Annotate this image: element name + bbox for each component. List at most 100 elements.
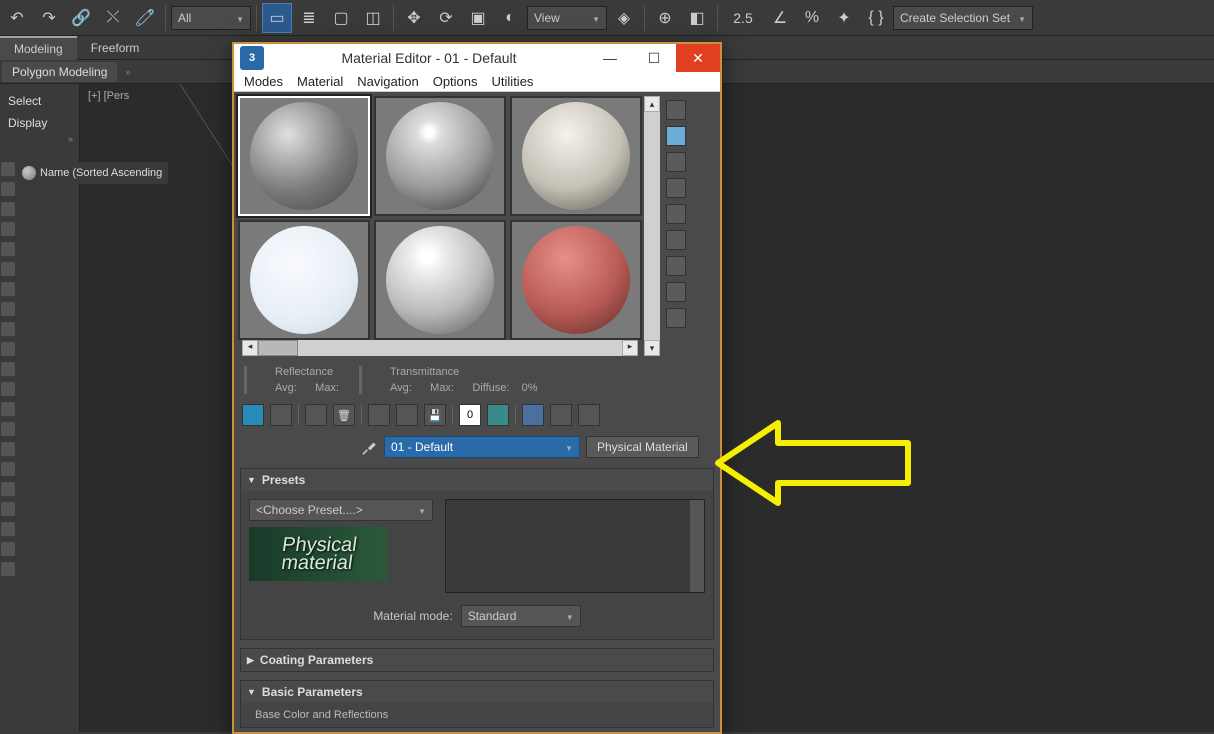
- display-cameras-icon[interactable]: [1, 242, 15, 256]
- sample-slot-1[interactable]: [238, 96, 370, 216]
- link-button[interactable]: 🔗: [66, 3, 96, 33]
- sample-type-icon[interactable]: [666, 100, 686, 120]
- selection-set-dropdown[interactable]: Create Selection Set: [893, 6, 1033, 30]
- sample-slot-2[interactable]: [374, 96, 506, 216]
- undo-button[interactable]: ↶: [2, 3, 32, 33]
- menu-navigation[interactable]: Navigation: [357, 74, 418, 89]
- filter-icon-5[interactable]: [1, 502, 15, 516]
- bind-button[interactable]: 🧷: [130, 3, 160, 33]
- preview-scrollbar[interactable]: [690, 500, 704, 592]
- snap-toggle-button[interactable]: ⊕: [650, 3, 680, 33]
- video-color-icon[interactable]: [666, 204, 686, 224]
- basic-rollout-header[interactable]: ▼ Basic Parameters: [241, 681, 713, 703]
- scroll-track[interactable]: [644, 112, 660, 340]
- menu-display[interactable]: Display: [6, 112, 73, 134]
- sample-slot-3[interactable]: [510, 96, 642, 216]
- material-id-icon[interactable]: 0: [459, 404, 481, 426]
- make-copy-icon[interactable]: [368, 404, 390, 426]
- material-mode-dropdown[interactable]: Standard: [461, 605, 581, 627]
- display-containers-icon[interactable]: [1, 362, 15, 376]
- filter-icon-4[interactable]: [1, 482, 15, 496]
- filter-icon-1[interactable]: [1, 422, 15, 436]
- menu-modes[interactable]: Modes: [244, 74, 283, 89]
- placement-button[interactable]: ◐: [495, 3, 525, 33]
- filter-icon-8[interactable]: [1, 562, 15, 576]
- display-groups-icon[interactable]: [1, 302, 15, 316]
- left-panel-expand-icon[interactable]: »: [68, 134, 73, 144]
- ribbon-expand-icon[interactable]: »: [125, 67, 130, 77]
- edit-selection-button[interactable]: { }: [861, 3, 891, 33]
- scroll-down-button[interactable]: ▾: [644, 340, 660, 356]
- preset-thumbnail[interactable]: Physicalmaterial: [249, 527, 387, 581]
- tab-freeform[interactable]: Freeform: [77, 37, 154, 59]
- reset-map-icon[interactable]: 🗑: [333, 404, 355, 426]
- snap-2d-button[interactable]: 2.5: [723, 3, 763, 33]
- rotate-button[interactable]: ⟳: [431, 3, 461, 33]
- menu-select[interactable]: Select: [6, 90, 73, 112]
- make-preview-icon[interactable]: [666, 230, 686, 250]
- select-by-name-button[interactable]: ≣: [294, 3, 324, 33]
- maximize-button[interactable]: ☐: [632, 44, 676, 72]
- scroll-track[interactable]: [258, 340, 622, 356]
- filter-icon-2[interactable]: [1, 442, 15, 456]
- presets-rollout-header[interactable]: ▼ Presets: [241, 469, 713, 491]
- put-to-scene-icon[interactable]: [270, 404, 292, 426]
- sample-slot-5[interactable]: [374, 220, 506, 340]
- display-lights-icon[interactable]: [1, 222, 15, 236]
- ribbon-group-polygon-modeling[interactable]: Polygon Modeling: [2, 62, 117, 82]
- redo-button[interactable]: ↷: [34, 3, 64, 33]
- sample-slot-4[interactable]: [238, 220, 370, 340]
- unlink-button[interactable]: ⤬: [98, 3, 128, 33]
- get-material-icon[interactable]: [242, 404, 264, 426]
- sample-slot-6[interactable]: [510, 220, 642, 340]
- minimize-button[interactable]: —: [588, 44, 632, 72]
- menu-options[interactable]: Options: [433, 74, 478, 89]
- put-to-library-icon[interactable]: 💾: [424, 404, 446, 426]
- scroll-thumb[interactable]: [258, 340, 298, 356]
- display-frozen-icon[interactable]: [1, 382, 15, 396]
- select-object-button[interactable]: ▭: [262, 3, 292, 33]
- selection-filter-dropdown[interactable]: All: [171, 6, 251, 30]
- material-type-button[interactable]: Physical Material: [586, 436, 699, 458]
- display-xref-icon[interactable]: [1, 322, 15, 336]
- display-shapes-icon[interactable]: [1, 202, 15, 216]
- choose-preset-dropdown[interactable]: <Choose Preset....>: [249, 499, 433, 521]
- menu-material[interactable]: Material: [297, 74, 343, 89]
- close-button[interactable]: ✕: [676, 44, 720, 72]
- scroll-right-button[interactable]: ▸: [622, 340, 638, 356]
- scroll-left-button[interactable]: ◂: [242, 340, 258, 356]
- eyedropper-icon[interactable]: [360, 438, 378, 456]
- angle-snap-button[interactable]: ◧: [682, 3, 712, 33]
- scene-column-header[interactable]: Name (Sorted Ascending: [16, 162, 168, 184]
- show-end-result-icon[interactable]: [522, 404, 544, 426]
- display-all-icon[interactable]: [1, 162, 15, 176]
- sample-vscrollbar[interactable]: ▴ ▾: [644, 96, 660, 356]
- display-spacewarps-icon[interactable]: [1, 282, 15, 296]
- coating-rollout-header[interactable]: ▶ Coating Parameters: [241, 649, 713, 671]
- scroll-up-button[interactable]: ▴: [644, 96, 660, 112]
- filter-icon-3[interactable]: [1, 462, 15, 476]
- menu-utilities[interactable]: Utilities: [492, 74, 534, 89]
- sample-uv-icon[interactable]: [666, 178, 686, 198]
- display-bone-icon[interactable]: [1, 342, 15, 356]
- background-icon[interactable]: [666, 152, 686, 172]
- material-name-dropdown[interactable]: 01 - Default: [384, 436, 580, 458]
- display-hidden-icon[interactable]: [1, 402, 15, 416]
- spinner-snap-button[interactable]: ✦: [829, 3, 859, 33]
- select-by-material-icon[interactable]: [666, 282, 686, 302]
- make-unique-icon[interactable]: [396, 404, 418, 426]
- material-map-nav-icon[interactable]: [666, 308, 686, 328]
- ref-coord-dropdown[interactable]: View: [527, 6, 607, 30]
- material-editor-titlebar[interactable]: 3 Material Editor - 01 - Default — ☐ ✕: [234, 44, 720, 72]
- window-crossing-button[interactable]: ◫: [358, 3, 388, 33]
- tab-modeling[interactable]: Modeling: [0, 36, 77, 60]
- rect-region-button[interactable]: ▢: [326, 3, 356, 33]
- options-icon[interactable]: [666, 256, 686, 276]
- assign-to-selection-icon[interactable]: [305, 404, 327, 426]
- filter-icon-7[interactable]: [1, 542, 15, 556]
- go-forward-icon[interactable]: [578, 404, 600, 426]
- scale-button[interactable]: ▣: [463, 3, 493, 33]
- percent-snap-button[interactable]: %: [797, 3, 827, 33]
- filter-icon-6[interactable]: [1, 522, 15, 536]
- sample-hscrollbar[interactable]: ◂ ▸: [242, 340, 638, 356]
